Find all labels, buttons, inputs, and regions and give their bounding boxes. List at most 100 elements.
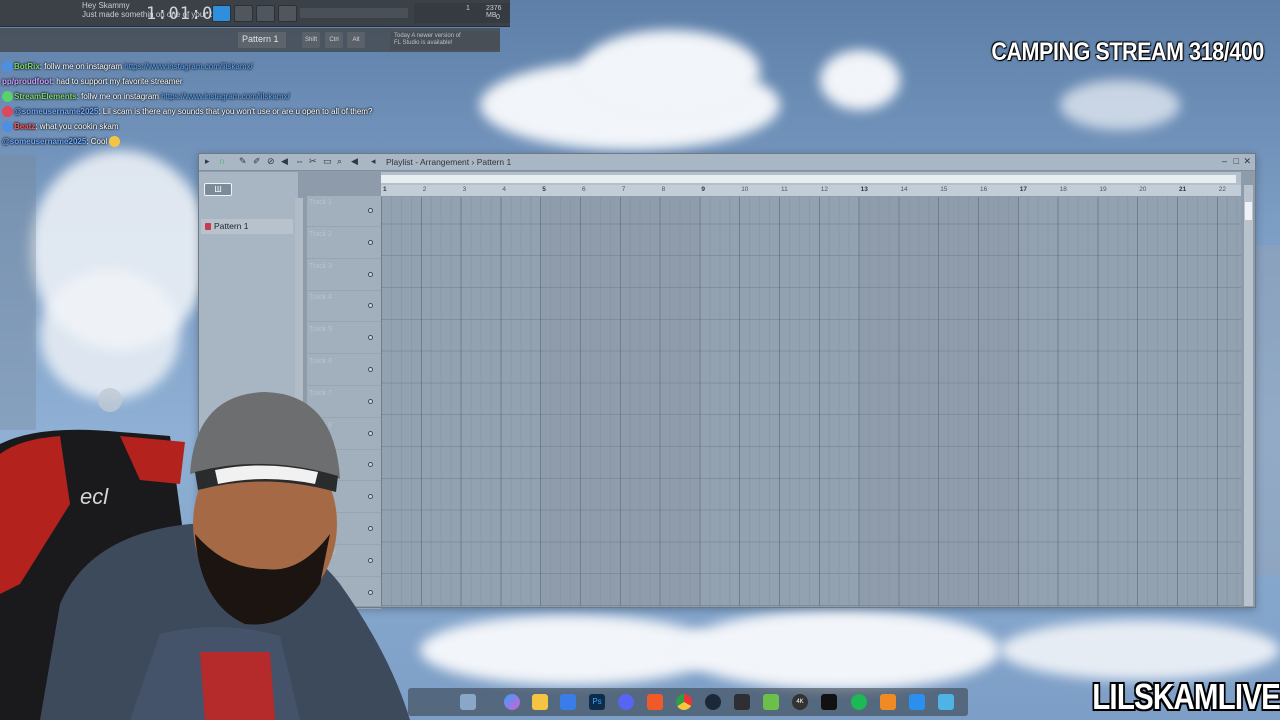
- alt-button[interactable]: Alt: [347, 32, 365, 48]
- bar-number: 22: [1218, 186, 1227, 193]
- track-enable-toggle[interactable]: [368, 208, 373, 213]
- slip-icon[interactable]: ⇔: [295, 156, 304, 166]
- steam-icon[interactable]: [705, 694, 721, 710]
- track-enable-toggle[interactable]: [368, 367, 373, 372]
- vertical-scrollbar[interactable]: [1244, 185, 1253, 606]
- track-header[interactable]: Track 4: [307, 291, 381, 323]
- delete-icon[interactable]: ⊘: [267, 156, 275, 167]
- bar-number: 21: [1179, 186, 1187, 193]
- bar-number: 15: [940, 186, 948, 193]
- bar-number: 6: [582, 186, 586, 193]
- scroll-thumb[interactable]: [1245, 202, 1252, 220]
- magnet-icon[interactable]: ∩: [219, 156, 225, 166]
- cpu-monitor: 1 2376 MB 0: [414, 3, 510, 23]
- track-name: Track 6: [309, 358, 333, 365]
- bar-number: 8: [661, 186, 666, 193]
- badge-icon: [2, 121, 13, 133]
- ctrl-button[interactable]: Ctrl: [325, 32, 343, 48]
- master-volume-slider[interactable]: [300, 8, 408, 18]
- timeline-ruler[interactable]: 1 2 3 4 5 6 7 8 9 10 11 12 13 14 15 16 17 18 19 20 21 22: [381, 185, 1241, 197]
- play-arrow-icon[interactable]: ▸: [205, 156, 210, 167]
- select-icon[interactable]: ▭: [323, 156, 332, 167]
- bar-number: 19: [1099, 186, 1107, 193]
- copilot-icon[interactable]: [504, 694, 520, 710]
- brave-icon[interactable]: [647, 694, 663, 710]
- track-enable-toggle[interactable]: [368, 335, 373, 341]
- track-header[interactable]: Track 5: [307, 323, 381, 355]
- track-header[interactable]: Track 1: [307, 196, 381, 227]
- loop-button[interactable]: [278, 5, 297, 22]
- track-enable-toggle[interactable]: [368, 303, 373, 309]
- pattern-selector[interactable]: Pattern 1: [238, 32, 286, 48]
- pattern-mode-button[interactable]: [212, 5, 231, 22]
- folder-icon[interactable]: [532, 694, 548, 710]
- shift-button[interactable]: Shift: [302, 32, 320, 48]
- channel-name: LILSKAMLIVE: [1092, 676, 1280, 717]
- bar-number: 13: [860, 186, 868, 193]
- weather-icon[interactable]: [460, 694, 476, 710]
- bar-number: 4: [502, 186, 507, 193]
- notepad-icon[interactable]: [938, 694, 954, 710]
- 4k-icon[interactable]: 4K: [792, 694, 808, 710]
- app-icon[interactable]: [763, 694, 779, 710]
- slice-icon[interactable]: ✂: [309, 156, 317, 167]
- bar-number: 2: [422, 186, 427, 193]
- grid-shade: [859, 197, 1018, 606]
- bar-number: 12: [820, 186, 829, 193]
- arrangement-grid[interactable]: [381, 197, 1241, 606]
- bar-number: 10: [741, 186, 749, 193]
- maximize-icon[interactable]: □: [1234, 156, 1239, 166]
- zoom-icon[interactable]: ⌕: [337, 156, 342, 167]
- discord-icon[interactable]: [618, 694, 634, 710]
- chat-overlay: BotRix: follw me on instagram https://ww…: [2, 59, 382, 149]
- bar-number: 11: [781, 186, 788, 193]
- track-name: Track 1: [309, 199, 333, 206]
- track-header[interactable]: Track 2: [307, 228, 381, 259]
- chat-message: BotRix: follw me on instagram https://ww…: [2, 59, 382, 74]
- app-icon[interactable]: [734, 694, 750, 710]
- spotify-icon[interactable]: [851, 694, 867, 710]
- bar-number: 1: [383, 186, 387, 193]
- speaker-icon[interactable]: ◀: [351, 156, 358, 167]
- track-header[interactable]: Track 6: [307, 355, 381, 386]
- record-button[interactable]: [256, 5, 275, 22]
- pattern-item[interactable]: Pattern 1: [201, 219, 293, 234]
- song-mode-button[interactable]: [234, 5, 253, 22]
- scroll-thumb[interactable]: [381, 175, 1236, 183]
- bar-number: 3: [462, 186, 467, 193]
- track-enable-toggle[interactable]: [368, 271, 373, 277]
- mute-icon[interactable]: ◀: [281, 156, 288, 167]
- update-notice[interactable]: Today A newer version of FL Studio is ava…: [390, 31, 500, 50]
- chrome-icon[interactable]: [676, 694, 692, 710]
- fl-toolbar: Pattern 1 Shift Ctrl Alt Today A newer v…: [0, 28, 500, 52]
- brush-icon[interactable]: ✐: [253, 156, 261, 167]
- bar-number: 9: [701, 186, 706, 193]
- mixer-edge: [1256, 245, 1280, 575]
- track-header[interactable]: Track 3: [307, 260, 381, 291]
- store-icon[interactable]: [560, 694, 576, 710]
- capcut-icon[interactable]: [821, 694, 837, 710]
- chat-message: pp/proudfoot: had to support my favorite…: [2, 77, 183, 86]
- chat-message: StreamElements: follw me on instagram ht…: [2, 89, 382, 104]
- minimize-icon[interactable]: –: [1222, 156, 1227, 166]
- fl-studio-icon[interactable]: [880, 694, 896, 710]
- grid-shade: [541, 197, 700, 606]
- playlist-title: Playlist - Arrangement › Pattern 1: [386, 157, 512, 167]
- pencil-icon[interactable]: ✎: [239, 156, 247, 167]
- playlist-titlebar: ▸ ∩ ✎ ✐ ⊘ ◀ ⇔ ✂ ▭ ⌕ ◀ ◂ Playlist - Arran…: [199, 154, 1255, 171]
- bar-number: 5: [542, 186, 546, 193]
- track-name: Track 2: [309, 230, 333, 238]
- chat-message: @someusername2025: Cool: [2, 134, 382, 149]
- bar-number: 18: [1059, 186, 1067, 193]
- mail-icon[interactable]: [909, 694, 925, 710]
- close-icon[interactable]: ✕: [1243, 156, 1251, 167]
- svg-text:ecl: ecl: [80, 484, 109, 509]
- bar-number: 16: [980, 186, 988, 193]
- horizontal-scrollbar[interactable]: [381, 172, 1241, 185]
- photoshop-icon[interactable]: Ps: [589, 694, 605, 710]
- bar-number: 14: [900, 186, 908, 193]
- bar-number: 7: [621, 186, 626, 193]
- badge-icon: [2, 91, 13, 103]
- picker-mode-button[interactable]: Ш: [204, 183, 232, 196]
- track-enable-toggle[interactable]: [368, 239, 373, 245]
